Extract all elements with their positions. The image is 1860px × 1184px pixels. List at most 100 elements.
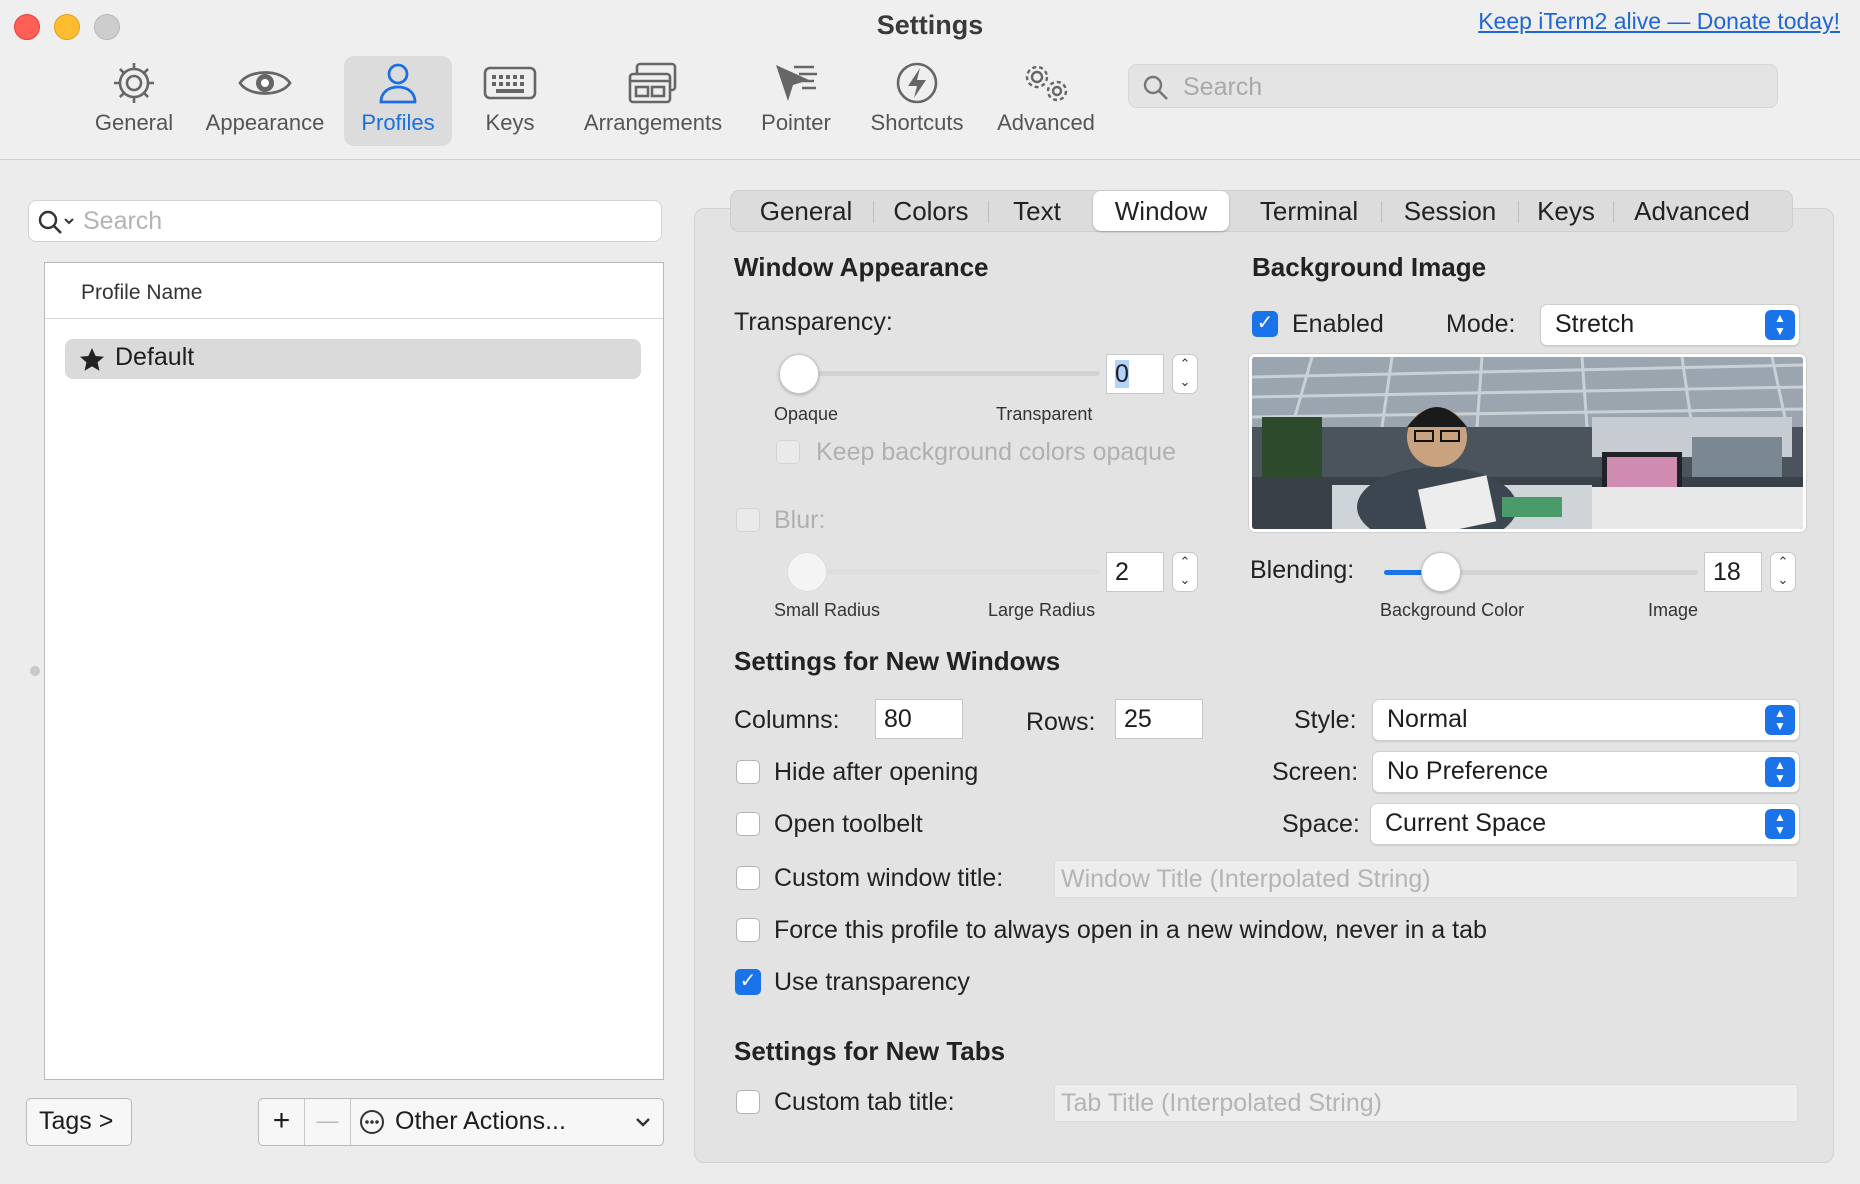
transparency-slider-track[interactable] bbox=[792, 371, 1100, 376]
hide-after-opening-label: Hide after opening bbox=[774, 758, 979, 786]
toolbar-advanced[interactable]: Advanced bbox=[992, 56, 1100, 146]
rows-field[interactable]: 25 bbox=[1115, 699, 1203, 739]
splitter-handle[interactable] bbox=[30, 666, 40, 676]
transparency-label: Transparency: bbox=[734, 308, 893, 336]
tab-text[interactable]: Text bbox=[989, 191, 1085, 231]
transparency-slider-knob[interactable] bbox=[779, 354, 819, 394]
mode-popup[interactable]: Stretch ▲ ▼ bbox=[1540, 304, 1800, 346]
toolbar-label: Appearance bbox=[205, 110, 325, 135]
toolbar-keys[interactable]: Keys bbox=[470, 56, 550, 146]
tags-button[interactable]: Tags > bbox=[26, 1098, 132, 1146]
window-title-field[interactable]: Window Title (Interpolated String) bbox=[1054, 860, 1798, 898]
search-icon bbox=[1143, 75, 1168, 100]
space-value: Current Space bbox=[1385, 809, 1547, 837]
donate-link[interactable]: Keep iTerm2 alive — Donate today! bbox=[1478, 8, 1840, 35]
custom-window-title-checkbox[interactable] bbox=[736, 866, 760, 890]
mode-label: Mode: bbox=[1446, 310, 1516, 338]
blur-stepper[interactable]: ⌃ ⌄ bbox=[1172, 552, 1198, 592]
keep-bg-opaque-label: Keep background colors opaque bbox=[816, 438, 1176, 466]
add-profile-button[interactable]: + bbox=[259, 1099, 305, 1145]
tab-advanced[interactable]: Advanced bbox=[1614, 191, 1770, 231]
toolbar-pointer[interactable]: Pointer bbox=[752, 56, 840, 146]
eye-icon bbox=[198, 56, 332, 110]
bg-image-enabled-checkbox[interactable]: ✓ bbox=[1252, 311, 1278, 337]
chevron-down-icon bbox=[636, 1118, 650, 1127]
background-image-preview[interactable] bbox=[1249, 354, 1806, 532]
popup-arrows-icon: ▲ ▼ bbox=[1765, 310, 1795, 340]
screen-label: Screen: bbox=[1272, 758, 1359, 786]
popup-arrows-icon: ▲ ▼ bbox=[1765, 757, 1795, 787]
transparency-stepper[interactable]: ⌃ ⌄ bbox=[1172, 354, 1198, 394]
profile-list[interactable]: Profile Name Default bbox=[44, 262, 664, 1080]
columns-field[interactable]: 80 bbox=[875, 699, 963, 739]
transparency-value-field[interactable]: 0 bbox=[1106, 354, 1164, 394]
popup-arrows-icon: ▲ ▼ bbox=[1765, 705, 1795, 735]
ellipsis-circle-icon bbox=[360, 1110, 384, 1134]
toolbar-label: Shortcuts bbox=[870, 110, 964, 135]
column-header-profile-name: Profile Name bbox=[81, 281, 203, 304]
toolbar-shortcuts[interactable]: Shortcuts bbox=[858, 56, 976, 146]
profile-search-placeholder: Search bbox=[83, 207, 163, 235]
screen-popup[interactable]: No Preference ▲ ▼ bbox=[1372, 751, 1800, 793]
pointer-icon bbox=[752, 56, 840, 110]
tab-title-field[interactable]: Tab Title (Interpolated String) bbox=[1054, 1084, 1798, 1122]
toolbar-profiles[interactable]: Profiles bbox=[344, 56, 452, 146]
gears-icon bbox=[992, 56, 1100, 110]
blending-min-label: Background Color bbox=[1380, 600, 1525, 620]
blending-slider-knob[interactable] bbox=[1420, 552, 1461, 592]
style-label: Style: bbox=[1294, 706, 1357, 734]
use-transparency-label: Use transparency bbox=[774, 968, 970, 996]
toolbar-search-placeholder: Search bbox=[1183, 73, 1263, 101]
hide-after-opening-checkbox[interactable] bbox=[736, 760, 760, 784]
blur-slider-track[interactable] bbox=[792, 569, 1100, 574]
blur-max-label: Large Radius bbox=[988, 600, 1096, 620]
remove-profile-button[interactable]: — bbox=[305, 1099, 351, 1145]
tab-session[interactable]: Session bbox=[1382, 191, 1518, 231]
gear-icon bbox=[84, 56, 184, 110]
tab-general[interactable]: General bbox=[739, 191, 873, 231]
open-toolbelt-checkbox[interactable] bbox=[736, 812, 760, 836]
style-value: Normal bbox=[1387, 705, 1468, 733]
blur-slider-knob[interactable] bbox=[787, 552, 827, 592]
toolbar-appearance[interactable]: Appearance bbox=[198, 56, 332, 146]
screen-value: No Preference bbox=[1387, 757, 1549, 785]
tab-colors[interactable]: Colors bbox=[874, 191, 988, 231]
space-popup[interactable]: Current Space ▲ ▼ bbox=[1370, 803, 1800, 845]
use-transparency-checkbox[interactable]: ✓ bbox=[735, 969, 761, 995]
blur-value-field[interactable]: 2 bbox=[1106, 552, 1164, 592]
toolbar-arrangements[interactable]: Arrangements bbox=[570, 56, 736, 146]
windows-icon bbox=[570, 56, 736, 110]
profile-search-field[interactable]: Search bbox=[28, 200, 662, 242]
person-icon bbox=[344, 56, 452, 110]
profile-list-header[interactable]: Profile Name bbox=[45, 263, 663, 319]
custom-window-title-label: Custom window title: bbox=[774, 864, 1004, 892]
toolbar-search-field[interactable]: Search bbox=[1128, 64, 1778, 108]
style-popup[interactable]: Normal ▲ ▼ bbox=[1372, 699, 1800, 741]
blending-stepper[interactable]: ⌃ ⌄ bbox=[1770, 552, 1796, 592]
tab-window[interactable]: Window bbox=[1093, 191, 1229, 231]
transparency-max-label: Transparent bbox=[996, 404, 1093, 424]
force-new-window-checkbox[interactable] bbox=[736, 918, 760, 942]
blur-min-label: Small Radius bbox=[774, 600, 881, 620]
toolbar-label: Profiles bbox=[361, 110, 435, 135]
title-bar: Settings Keep iTerm2 alive — Donate toda… bbox=[0, 0, 1860, 160]
tab-keys[interactable]: Keys bbox=[1519, 191, 1613, 231]
mode-value: Stretch bbox=[1555, 310, 1635, 338]
other-actions-menu[interactable]: Other Actions... bbox=[351, 1099, 663, 1145]
transparency-min-label: Opaque bbox=[774, 404, 839, 424]
tab-terminal[interactable]: Terminal bbox=[1237, 191, 1381, 231]
toolbar-label: Arrangements bbox=[583, 110, 723, 135]
office-photo-image bbox=[1252, 357, 1803, 529]
space-label: Space: bbox=[1282, 810, 1360, 838]
custom-tab-title-checkbox[interactable] bbox=[736, 1090, 760, 1114]
blur-checkbox[interactable] bbox=[736, 508, 760, 532]
rows-label: Rows: bbox=[1026, 708, 1096, 736]
profile-row-default[interactable]: Default bbox=[65, 339, 641, 379]
toolbar-general[interactable]: General bbox=[84, 56, 184, 146]
blending-value-field[interactable]: 18 bbox=[1704, 552, 1762, 592]
toolbar-label: Keys bbox=[485, 110, 535, 135]
keep-bg-opaque-checkbox[interactable] bbox=[776, 440, 800, 464]
transparency-value: 0 bbox=[1115, 360, 1129, 388]
open-toolbelt-label: Open toolbelt bbox=[774, 810, 923, 838]
profile-settings-panel bbox=[694, 208, 1834, 1163]
